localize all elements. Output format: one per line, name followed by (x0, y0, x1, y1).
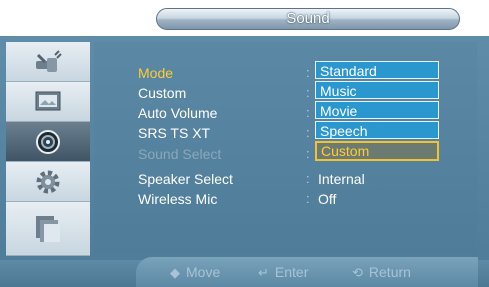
separator-colon: : (306, 85, 310, 100)
return-hint: ⟲ Return (352, 262, 411, 282)
sidebar (6, 42, 90, 268)
enter-icon: ↵ (258, 265, 269, 280)
speaker-icon (36, 129, 60, 154)
separator-colon: : (306, 105, 310, 120)
dropdown-option-speech[interactable]: Speech (315, 121, 439, 139)
picture-icon (35, 91, 61, 110)
menu-item-speaker-select[interactable]: Speaker Select (138, 169, 233, 189)
sidebar-item-input[interactable] (6, 42, 90, 82)
sidebar-item-multi-control[interactable] (6, 202, 90, 256)
return-label: Return (368, 264, 411, 280)
menu-item-srs-ts-xt[interactable]: SRS TS XT (138, 123, 210, 143)
sidebar-item-sound[interactable] (6, 122, 90, 162)
wireless-mic-value: Off (318, 191, 337, 207)
menu-item-sound-select: Sound Select (138, 146, 222, 162)
layers-icon (36, 215, 60, 242)
dropdown-option-standard[interactable]: Standard (315, 61, 439, 79)
dropdown-option-custom[interactable]: Custom (315, 141, 439, 161)
enter-label: Enter (274, 264, 309, 280)
gear-icon (36, 170, 60, 193)
move-label: Move (186, 264, 221, 280)
separator-colon: : (306, 171, 310, 186)
dropdown-option-music[interactable]: Music (315, 81, 439, 99)
window-title: Sound (286, 10, 330, 27)
plug-icon (36, 49, 62, 72)
updown-arrows-icon: ◆ (170, 265, 180, 280)
sidebar-item-picture[interactable] (6, 82, 90, 122)
menu-item-wireless-mic[interactable]: Wireless Mic (138, 189, 217, 209)
move-hint: ◆ Move (170, 262, 220, 282)
sidebar-item-setup[interactable] (6, 162, 90, 202)
separator-colon: : (306, 125, 310, 140)
separator-colon: : (306, 146, 310, 161)
menu-item-custom[interactable]: Custom (138, 83, 186, 103)
dropdown-option-movie[interactable]: Movie (315, 101, 439, 119)
separator-colon: : (306, 65, 310, 80)
enter-hint: ↵ Enter (258, 262, 308, 282)
return-icon: ⟲ (352, 265, 363, 280)
mode-dropdown: Standard Music Movie Speech Custom (315, 61, 443, 161)
speaker-select-value: Internal (318, 171, 365, 187)
menu-item-auto-volume[interactable]: Auto Volume (138, 103, 217, 123)
separator-colon: : (306, 191, 310, 206)
menu-item-mode[interactable]: Mode (138, 63, 173, 83)
